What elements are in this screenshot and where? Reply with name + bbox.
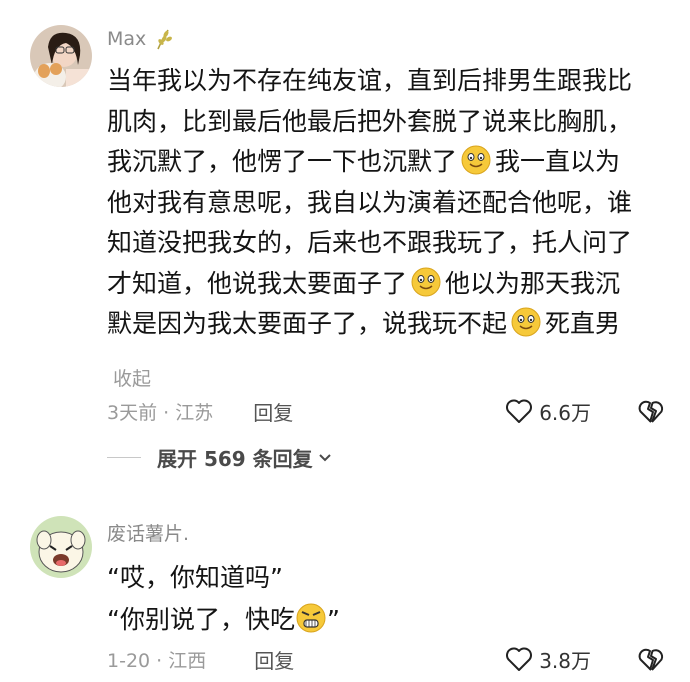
comment-body: “哎，你知道吗” “你别说了，快吃 ” [107,557,667,641]
broken-heart-icon [638,648,664,671]
like-count: 3.8万 [539,648,591,673]
username-text[interactable]: 废话薯片. [107,519,189,546]
text-line: “哎，你知道吗” [107,563,283,592]
dislike-button[interactable] [637,646,665,672]
reply-button[interactable]: 回复 [254,645,294,674]
avatar[interactable] [30,516,92,578]
text-line: “你别说了，快吃 [107,605,295,634]
comment-2: 废话薯片. “哎，你知道吗” “你别说了，快吃 ” 1-20 · 江西 回复 3.… [0,0,690,682]
time-location: 1-20 · 江西 [107,649,207,672]
heart-outline-icon [506,647,533,671]
like-button[interactable]: 3.8万 [505,645,591,674]
text-line: ” [326,605,340,634]
username[interactable]: 废话薯片. [107,519,189,546]
angry-face-emoji-icon [296,603,326,633]
comment-meta: 1-20 · 江西 回复 3.8万 [107,642,665,676]
